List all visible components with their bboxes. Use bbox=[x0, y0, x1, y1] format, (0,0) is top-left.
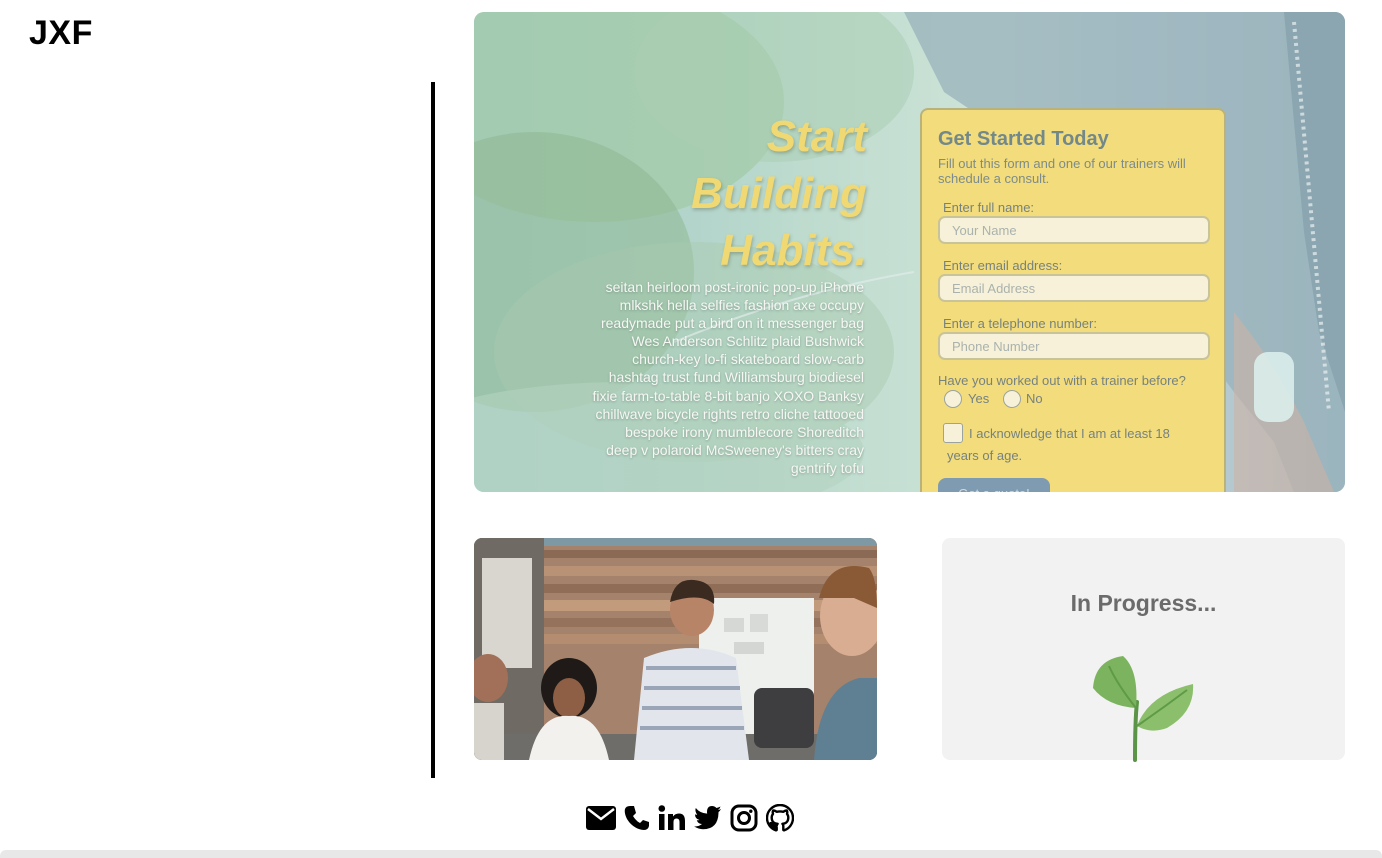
radio-no-label: No bbox=[1026, 391, 1043, 406]
site-logo[interactable]: JXF bbox=[29, 14, 93, 53]
vertical-divider bbox=[431, 82, 435, 778]
radio-no[interactable] bbox=[1003, 390, 1021, 408]
email-input[interactable] bbox=[938, 274, 1210, 302]
form-title: Get Started Today bbox=[938, 128, 1109, 150]
signup-form: Get Started Today Fill out this form and… bbox=[920, 108, 1226, 492]
project-card-in-progress[interactable]: In Progress... bbox=[942, 538, 1345, 762]
github-icon[interactable] bbox=[766, 804, 794, 832]
radio-yes-label: Yes bbox=[968, 391, 990, 406]
project-card-team[interactable] bbox=[474, 538, 877, 760]
email-label: Enter email address: bbox=[943, 258, 1063, 273]
name-input[interactable] bbox=[938, 216, 1210, 244]
hero-body-text: seitan heirloom post-ironic pop-up iPhon… bbox=[592, 279, 864, 476]
linkedin-icon[interactable] bbox=[658, 805, 686, 831]
radio-yes[interactable] bbox=[944, 390, 962, 408]
social-links bbox=[586, 803, 794, 833]
team-meeting-image bbox=[474, 538, 877, 760]
phone-label: Enter a telephone number: bbox=[943, 316, 1097, 331]
envelope-icon[interactable] bbox=[586, 806, 616, 830]
submit-button[interactable]: Get a quote! bbox=[938, 478, 1050, 492]
sprout-icon bbox=[1093, 656, 1194, 762]
phone-icon[interactable] bbox=[624, 805, 650, 831]
name-label: Enter full name: bbox=[943, 200, 1035, 215]
instagram-icon[interactable] bbox=[730, 804, 758, 832]
window-bottom-edge bbox=[0, 850, 1382, 858]
phone-input[interactable] bbox=[938, 332, 1210, 360]
hero-headline: Start Building Habits. bbox=[691, 112, 867, 275]
progress-title: In Progress... bbox=[1070, 590, 1217, 616]
age-checkbox-label: I acknowledge that I am at least 18 year… bbox=[947, 426, 1170, 463]
twitter-icon[interactable] bbox=[694, 806, 722, 830]
form-subtitle: Fill out this form and one of our traine… bbox=[938, 156, 1186, 186]
project-card-fitness[interactable]: Start Building Habits. seitan heirloom p… bbox=[474, 12, 1345, 492]
trainer-question: Have you worked out with a trainer befor… bbox=[938, 373, 1186, 388]
